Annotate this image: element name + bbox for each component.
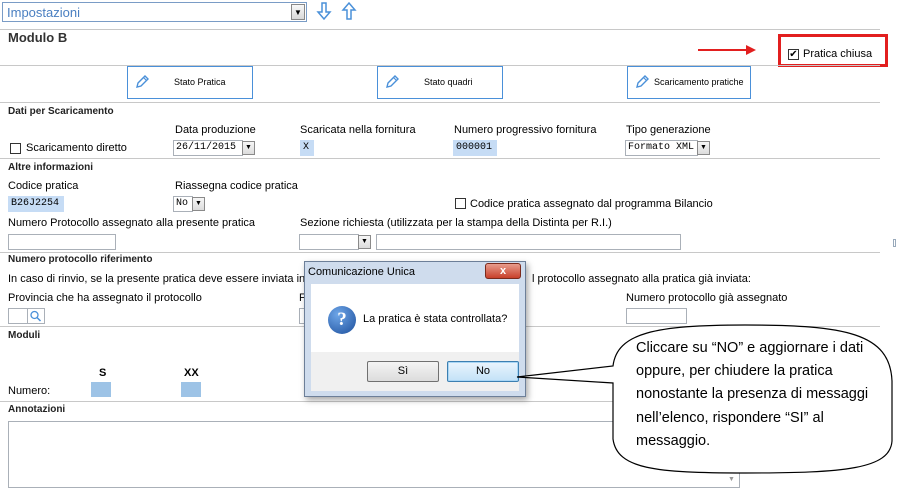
pencil-icon — [386, 75, 399, 88]
search-icon[interactable] — [27, 308, 45, 324]
arrow-up-icon[interactable] — [341, 1, 357, 21]
dialog-message: La pratica è stata controllata? — [363, 313, 508, 325]
sezione-select[interactable] — [299, 234, 359, 250]
pencil-icon — [136, 75, 149, 88]
tipo-generazione-label: Tipo generazione — [626, 124, 711, 136]
scaricata-label: Scaricata nella fornitura — [300, 124, 416, 136]
chevron-down-icon[interactable]: ▼ — [242, 141, 255, 155]
dialog-body: ? La pratica è stata controllata? Sì No — [311, 284, 519, 391]
codice-bilancio-label: Codice pratica assegnato dal programma B… — [470, 198, 713, 210]
rinvio-text-left: In caso di rinvio, se la presente pratic… — [8, 273, 320, 285]
settings-select-value: Impostazioni — [7, 5, 80, 20]
col-s-label: S — [99, 367, 107, 379]
sezione-label: Sezione richiesta (utilizzata per la sta… — [300, 217, 612, 229]
scaricata-field[interactable]: X — [300, 140, 314, 156]
callout-text: Cliccare su “NO” e aggiornare i dati opp… — [636, 340, 869, 449]
numero-protocollo-label: Numero Protocollo assegnato alla present… — [8, 217, 256, 229]
section-dati-scaricamento: Dati per Scaricamento — [8, 106, 114, 117]
dialog-window: Comunicazione Unica x ? La pratica è sta… — [304, 261, 526, 397]
modulo-xx-field[interactable] — [181, 382, 201, 397]
divider — [0, 102, 880, 103]
scaricamento-diretto-checkbox[interactable] — [10, 143, 21, 154]
edge-mark — [893, 239, 896, 247]
stato-pratica-button[interactable]: Stato Pratica — [127, 66, 253, 99]
section-moduli: Moduli — [8, 330, 41, 341]
riassegna-label: Riassegna codice pratica — [175, 180, 298, 192]
pratica-chiusa-checkbox[interactable]: ✔ — [788, 49, 799, 60]
section-annotazioni: Annotazioni — [8, 404, 66, 415]
pencil-icon — [636, 75, 649, 88]
close-icon: x — [499, 265, 507, 277]
provincia-label: Provincia che ha assegnato il protocollo — [8, 292, 202, 304]
dialog-title: Comunicazione Unica — [308, 266, 415, 278]
numero-progressivo-field[interactable]: 000001 — [453, 140, 497, 156]
page-title: Modulo B — [8, 30, 68, 45]
chevron-down-icon[interactable]: ▼ — [192, 197, 205, 211]
numero-label: Numero: — [8, 385, 51, 397]
scaricamento-diretto-label: Scaricamento diretto — [26, 142, 127, 154]
chevron-down-icon[interactable]: ▼ — [697, 141, 710, 155]
numero-gia-label: Numero protocollo già assegnato — [626, 292, 788, 304]
data-produzione-label: Data produzione — [175, 124, 256, 136]
section-protocollo-riferimento: Numero protocollo riferimento — [8, 254, 153, 265]
divider — [0, 29, 880, 30]
chevron-down-icon[interactable]: ▼ — [358, 235, 371, 249]
provincia-field[interactable] — [8, 308, 28, 324]
codice-pratica-label: Codice pratica — [8, 180, 79, 192]
section-altre-informazioni: Altre informazioni — [8, 162, 94, 173]
numero-protocollo-field[interactable] — [8, 234, 116, 250]
tipo-generazione-field[interactable]: Formato XML — [625, 140, 698, 156]
settings-select[interactable]: Impostazioni ▼ — [2, 2, 307, 22]
riassegna-field[interactable]: No — [173, 196, 193, 212]
scroll-down-icon[interactable]: ▼ — [728, 476, 735, 483]
rinvio-text-right: l protocollo assegnato alla pratica già … — [532, 273, 751, 285]
close-button[interactable]: x — [485, 263, 521, 279]
col-xx-label: XX — [184, 367, 199, 379]
arrow-down-icon[interactable] — [316, 1, 332, 21]
codice-pratica-field[interactable]: B26J2254 — [8, 196, 64, 212]
modulo-s-field[interactable] — [91, 382, 111, 397]
stato-quadri-button[interactable]: Stato quadri — [377, 66, 503, 99]
scaricamento-pratiche-button[interactable]: Scaricamento pratiche — [627, 66, 751, 99]
codice-bilancio-checkbox[interactable] — [455, 198, 466, 209]
sezione-description-field[interactable] — [376, 234, 681, 250]
chevron-down-icon[interactable]: ▼ — [291, 4, 305, 20]
pratica-chiusa-label: Pratica chiusa — [803, 48, 873, 60]
divider — [0, 158, 880, 159]
data-produzione-field[interactable]: 26/11/2015 — [173, 140, 243, 156]
yes-button[interactable]: Sì — [367, 361, 439, 382]
red-arrow-icon — [698, 45, 756, 55]
question-icon: ? — [328, 306, 356, 334]
divider — [0, 252, 880, 253]
numero-progressivo-label: Numero progressivo fornitura — [454, 124, 597, 136]
